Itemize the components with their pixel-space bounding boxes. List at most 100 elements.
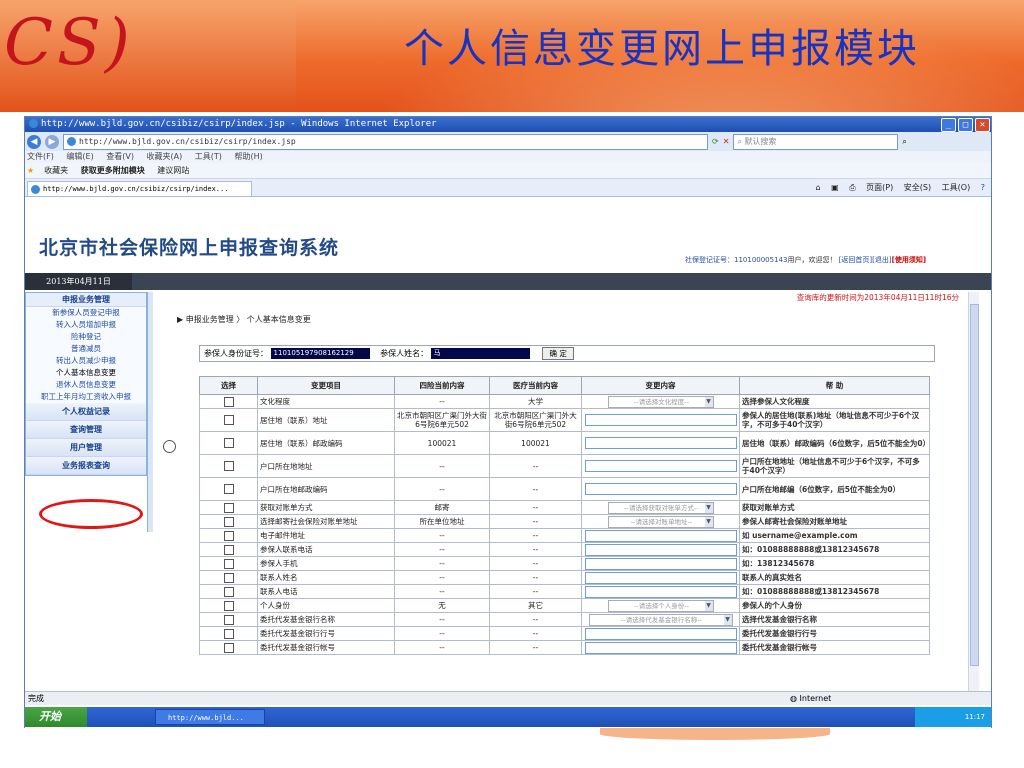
row-checkbox[interactable] [223,642,234,653]
row-text-input[interactable] [584,543,737,556]
row-select[interactable]: --请选择文化程度-- ▼ [607,395,714,408]
address-bar[interactable]: http://www.bjld.gov.cn/csibiz/csirp/inde… [63,133,708,150]
maximize-button[interactable]: □ [958,118,973,132]
row-item: 电子邮件地址 [257,528,395,543]
refresh-icon[interactable]: ⟳ [712,137,719,146]
sidebar-group-reports[interactable]: 业务报表查询 [26,457,146,475]
forward-button[interactable]: ▶ [45,134,59,149]
menu-help[interactable]: 帮助(H) [234,152,262,161]
menu-edit[interactable]: 编辑(E) [66,152,93,161]
row-four: -- [394,528,490,543]
row-select[interactable]: --请选择代发基金银行名称-- ▼ [588,613,733,626]
row-four: 所在单位地址 [394,514,490,529]
row-checkbox[interactable] [223,502,234,513]
browser-tab[interactable]: http://www.bjld.gov.cn/csibiz/csirp/inde… [27,181,252,196]
row-med: -- [489,477,582,501]
ie-icon [29,119,38,128]
row-checkbox[interactable] [223,558,234,569]
row-checkbox[interactable] [223,586,234,597]
row-checkbox[interactable] [223,614,234,625]
sidebar-item-transfer-out[interactable]: 转出人员减少申报 [26,355,146,367]
row-select[interactable]: --请选择对账单地址-- ▼ [607,515,714,528]
sidebar-item-salary[interactable]: 职工上年月均工资收入申报 [26,391,146,403]
row-checkbox[interactable] [223,516,234,527]
sidebar-item-new-enroll[interactable]: 新参保人员登记申报 [26,307,146,319]
addons-link[interactable]: 获取更多附加模块 [81,166,145,175]
menu-tools[interactable]: 工具(T) [195,152,222,161]
row-med: -- [489,570,582,585]
sidebar-group-rights[interactable]: 个人权益记录 [26,403,146,421]
row-item: 参保人联系电话 [257,542,395,557]
close-button[interactable]: ✕ [975,118,990,132]
notice-link-wrap[interactable]: [使用须知] [892,256,926,264]
row-text-input[interactable] [584,414,737,426]
sidebar-item-transfer-in[interactable]: 转入人员增加申报 [26,319,146,331]
menu-favorites[interactable]: 收藏夹(A) [147,152,183,161]
sidebar-head[interactable]: 申报业务管理 [26,293,146,307]
row-med: -- [489,640,582,655]
slide-bottom [0,728,1024,768]
row-four: 北京市朝阳区广渠门外大街6号院6单元502 [394,408,490,432]
row-select[interactable]: --请选择获取对账单方式-- ▼ [607,501,714,514]
row-checkbox[interactable] [223,544,234,555]
menu-file[interactable]: 文件(F) [27,152,54,161]
row-text-input[interactable] [584,557,737,570]
favorites-button[interactable]: 收藏夹 [44,166,68,175]
sidebar-group-query[interactable]: 查询管理 [26,421,146,439]
row-checkbox[interactable] [223,600,234,611]
minimize-button[interactable]: _ [941,118,956,132]
sidebar-item-insurance-register[interactable]: 险种登记 [26,331,146,343]
page-menu[interactable]: 页面(P) [866,183,893,192]
row-checkbox[interactable] [223,628,234,639]
id-input[interactable]: 110105197908162129 [270,348,370,359]
sidebar-item-reduce[interactable]: 普通减员 [26,343,146,355]
taskbar-ie-task[interactable]: http://www.bjld... [155,709,265,725]
row-text-input[interactable] [584,437,737,449]
row-text-input[interactable] [584,641,737,654]
row-text-input[interactable] [584,483,737,495]
row-text-input[interactable] [584,585,737,598]
confirm-button[interactable]: 确 定 [542,347,575,360]
start-button[interactable]: 开始 [25,707,87,727]
suggested-sites-link[interactable]: 建议网站 [157,166,189,175]
feeds-icon[interactable]: ▣ [831,183,839,192]
row-text-input[interactable] [584,627,737,640]
radio-button[interactable] [163,440,176,453]
tools-menu[interactable]: 工具(O) [942,183,971,192]
logout-link[interactable]: [退出] [872,256,891,264]
row-checkbox[interactable] [223,461,234,471]
user-number: 110100005143 [734,256,788,264]
row-checkbox[interactable] [223,530,234,541]
back-button[interactable]: ◀ [27,134,41,149]
row-checkbox[interactable] [223,396,234,407]
page-icon [67,136,76,146]
sidebar-group-users[interactable]: 用户管理 [26,439,146,457]
row-select[interactable]: --请选择个人身份-- ▼ [607,599,714,612]
sidebar-item-retiree-info[interactable]: 退休人员信息变更 [26,379,146,391]
row-text-input[interactable] [584,529,737,542]
name-input[interactable]: 马 [430,348,530,359]
safety-menu[interactable]: 安全(S) [904,183,931,192]
scrollbar-thumb[interactable] [970,304,979,666]
row-text-input[interactable] [584,460,737,472]
row-checkbox[interactable] [223,438,234,448]
row-text-input[interactable] [584,571,737,584]
help-icon[interactable]: ? [981,183,985,192]
row-checkbox[interactable] [223,415,234,425]
search-input[interactable]: ⌕ 默认搜索 [733,133,899,150]
page-scrollbar[interactable] [968,292,979,691]
chevron-down-icon: ▼ [723,614,732,625]
sidebar-item-personal-info[interactable]: 个人基本信息变更 [26,367,146,379]
sidebar: 申报业务管理 新参保人员登记申报 转入人员增加申报 险种登记 普通减员 转出人员… [25,292,147,691]
search-go-icon[interactable]: ⌕ [902,137,906,147]
notice-link[interactable]: 使用须知 [895,256,923,264]
select-value: --请选择代发基金银行名称-- [621,615,702,624]
menu-view[interactable]: 查看(V) [106,152,134,161]
home-link[interactable]: [返回首页] [839,256,872,264]
chevron-down-icon: ▼ [704,502,713,513]
print-icon[interactable]: ⎙ [849,183,855,192]
row-checkbox[interactable] [223,572,234,583]
stop-icon[interactable]: ✕ [723,137,730,146]
row-checkbox[interactable] [223,484,234,494]
home-icon[interactable]: ⌂ [815,183,820,192]
